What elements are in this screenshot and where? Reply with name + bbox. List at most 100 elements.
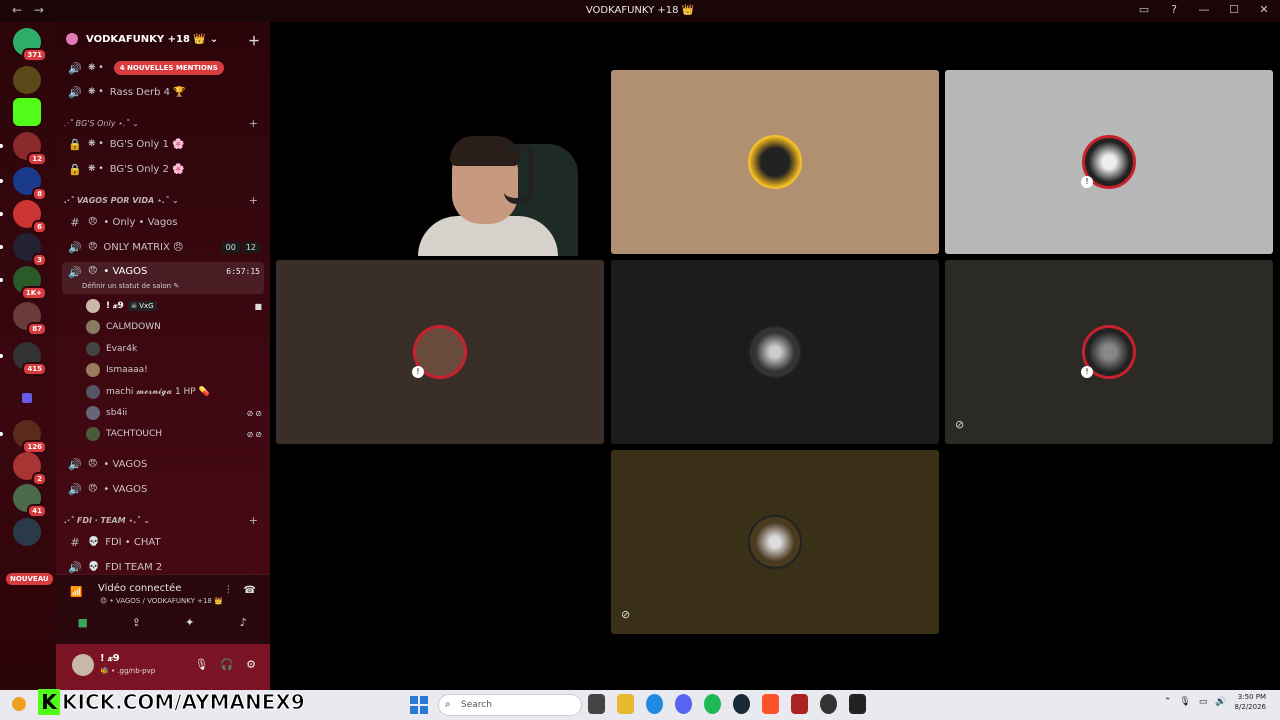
- emoji-icon: 😠: [88, 217, 98, 227]
- unread-badge: 415: [22, 362, 47, 376]
- volume-icon[interactable]: 🔊: [1215, 697, 1226, 707]
- voice-channel[interactable]: 🔊 😠 • VAGOS: [62, 453, 264, 475]
- invite-member-icon[interactable]: ＋: [248, 32, 260, 49]
- server-icon[interactable]: [13, 518, 41, 546]
- microphone-icon[interactable]: 🎙: [194, 658, 208, 671]
- new-mentions-badge[interactable]: 4 NOUVELLES MENTIONS: [113, 61, 224, 75]
- unread-badge: 87: [27, 322, 47, 336]
- taskbar-search[interactable]: ⌕ Search: [438, 694, 582, 716]
- pinned-apps: [588, 694, 866, 714]
- server-icon[interactable]: 8: [0, 167, 47, 201]
- locked-voice-channel[interactable]: 🔒 ❋ • BG'S Only 2 🌸: [62, 158, 264, 180]
- camera-button[interactable]: ■: [61, 613, 105, 631]
- server-folder-icon[interactable]: 87: [13, 302, 47, 336]
- clock[interactable]: 3:50 PM 8/2/2026: [1235, 692, 1266, 712]
- server-folder-icon[interactable]: 1K+: [0, 266, 47, 300]
- steam-icon[interactable]: [733, 694, 750, 714]
- category-vagos[interactable]: .·˚ VAGOS POR VIDA ⋆.˚ ⌄ +: [64, 194, 264, 207]
- avatar: [86, 385, 100, 399]
- active-voice-channel[interactable]: 🔊 😠 • VAGOS 6:57:15 Définir un statut de…: [62, 262, 264, 294]
- server-icon[interactable]: 6: [0, 200, 47, 234]
- edge-icon[interactable]: [646, 694, 663, 714]
- app-icon[interactable]: [849, 694, 866, 714]
- server-icon[interactable]: 415: [0, 342, 47, 376]
- server-icon[interactable]: 126: [0, 420, 47, 454]
- video-tile[interactable]: !: [276, 260, 604, 444]
- start-button[interactable]: [410, 696, 428, 714]
- server-icon[interactable]: 371: [13, 28, 47, 62]
- voice-user[interactable]: Evar4k: [86, 339, 264, 359]
- video-tile[interactable]: !: [945, 70, 1273, 254]
- video-tile[interactable]: [611, 260, 939, 444]
- new-servers-badge[interactable]: NOUVEAU: [6, 573, 53, 585]
- add-channel-icon[interactable]: +: [249, 117, 258, 130]
- file-explorer-icon[interactable]: [588, 694, 605, 714]
- server-icon[interactable]: [13, 66, 41, 94]
- server-icon[interactable]: 12: [0, 132, 47, 166]
- mic-icon[interactable]: 🎙: [1179, 697, 1190, 707]
- add-channel-icon[interactable]: +: [249, 514, 258, 527]
- voice-channel[interactable]: 🔊 ❋ • 4 NOUVELLES MENTIONS: [62, 57, 264, 79]
- channel-name: • VAGOS: [103, 266, 148, 277]
- channel-decor: ❋ •: [88, 63, 104, 73]
- set-channel-status[interactable]: Définir un statut de salon ✎: [82, 282, 179, 290]
- channel-name: FDI • CHAT: [105, 536, 161, 548]
- speaker-icon: 🔊: [68, 560, 82, 574]
- voice-user[interactable]: sb4ii ⊘⊘: [86, 403, 264, 423]
- obs-icon[interactable]: [820, 694, 837, 714]
- video-tile[interactable]: [611, 70, 939, 254]
- disconnect-icon[interactable]: ☎: [244, 585, 256, 596]
- server-header[interactable]: VODKAFUNKY +18 👑 ⌄ ＋: [56, 22, 270, 56]
- brave-icon[interactable]: [762, 694, 779, 714]
- voice-channel[interactable]: 🔊 😠 ONLY MATRIX 😠 00 12: [62, 236, 264, 258]
- text-channel[interactable]: # 😠 • Only • Vagos: [62, 211, 264, 233]
- connected-channel[interactable]: 😠 • VAGOS / VODKAFUNKY +18 👑: [100, 597, 223, 605]
- speaker-icon: 🔊: [68, 266, 82, 279]
- server-name: VODKAFUNKY +18 👑: [86, 33, 206, 45]
- add-channel-icon[interactable]: +: [249, 194, 258, 207]
- locked-voice-channel[interactable]: 🔒 ❋ • BG'S Only 1 🌸: [62, 133, 264, 155]
- display-icon[interactable]: ▭: [1199, 697, 1208, 707]
- voice-user[interactable]: ! 𝓍9 ☠ VxG ■: [86, 296, 264, 316]
- connection-status[interactable]: Vidéo connectée: [98, 583, 181, 594]
- server-icon[interactable]: 3: [0, 233, 47, 267]
- folder-icon[interactable]: [13, 384, 41, 412]
- screenshare-button[interactable]: ⇪: [114, 613, 158, 631]
- voice-user[interactable]: machi 𝓶𝓮𝓻𝓷𝓲𝓰𝓪 1 HP 💊: [86, 382, 264, 402]
- folder-icon[interactable]: [617, 694, 634, 714]
- category-bg-only[interactable]: .·˚ BG'S Only ⋆.˚ ⌄ +: [64, 117, 264, 130]
- speaker-icon: 🔊: [68, 61, 82, 75]
- spotify-icon[interactable]: [704, 694, 721, 714]
- text-channel[interactable]: # 💀 FDI • CHAT: [62, 531, 264, 553]
- kick-server-icon[interactable]: [13, 98, 41, 126]
- voice-user[interactable]: Ismaaaa!: [86, 360, 264, 380]
- voice-channel[interactable]: 🔊 ❋ • Rass Derb 4 🏆: [62, 81, 264, 103]
- category-fdi[interactable]: .·˚ FDI · TEAM ⋆.˚ ⌄ +: [64, 514, 264, 527]
- user-name[interactable]: ! 𝓍9: [100, 653, 120, 664]
- headphones-icon[interactable]: 🎧: [220, 658, 234, 671]
- help-icon[interactable]: ?: [1166, 3, 1182, 16]
- voice-user[interactable]: TACHTOUCH ⊘⊘: [86, 424, 264, 444]
- discord-icon[interactable]: [675, 694, 692, 714]
- user-avatar[interactable]: [72, 654, 94, 676]
- emoji-icon: 😠: [88, 484, 98, 494]
- close-button[interactable]: ✕: [1256, 3, 1272, 16]
- activities-button[interactable]: ✦: [168, 613, 212, 631]
- inbox-icon[interactable]: ▭: [1136, 3, 1152, 16]
- video-tile[interactable]: ⊘: [611, 450, 939, 634]
- server-icon[interactable]: 41: [13, 484, 47, 518]
- user-controls: 🎙 🎧 ⚙: [194, 658, 256, 671]
- soundboard-button[interactable]: ♪: [221, 613, 265, 631]
- app-icon[interactable]: [791, 694, 808, 714]
- gear-icon[interactable]: ⚙: [246, 658, 256, 671]
- video-tile[interactable]: ! ⊘: [945, 260, 1273, 444]
- server-icon[interactable]: 2: [13, 452, 47, 486]
- noise-suppression-icon[interactable]: ⫶: [227, 585, 230, 596]
- voice-channel[interactable]: 🔊 😠 • VAGOS: [62, 478, 264, 500]
- signal-icon[interactable]: 📶: [70, 587, 82, 598]
- weather-icon[interactable]: [12, 697, 26, 711]
- maximize-button[interactable]: ☐: [1226, 3, 1242, 16]
- voice-user[interactable]: CALMDOWN: [86, 317, 264, 337]
- chevron-up-icon[interactable]: ⌃: [1164, 697, 1172, 707]
- minimize-button[interactable]: —: [1196, 3, 1212, 16]
